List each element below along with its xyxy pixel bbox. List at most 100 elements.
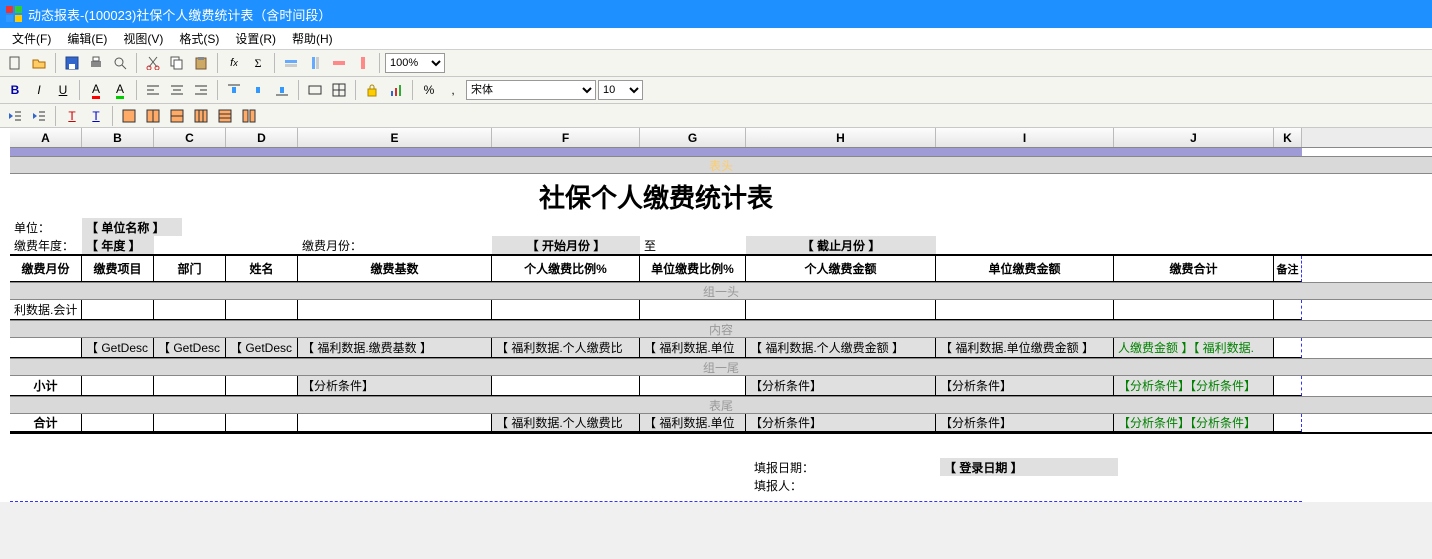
tot-J[interactable]: 【分析条件】【分析条件】 bbox=[1114, 414, 1274, 432]
text-blue-icon[interactable]: T bbox=[85, 105, 107, 127]
print-icon[interactable] bbox=[85, 52, 107, 74]
chart-icon[interactable] bbox=[385, 79, 407, 101]
grid2-icon[interactable] bbox=[142, 105, 164, 127]
total-label[interactable]: 合计 bbox=[10, 414, 82, 432]
hdr-H[interactable]: 个人缴费金额 bbox=[746, 256, 936, 282]
delete-row-icon[interactable] bbox=[328, 52, 350, 74]
cut-icon[interactable] bbox=[142, 52, 164, 74]
save-icon[interactable] bbox=[61, 52, 83, 74]
delete-col-icon[interactable] bbox=[352, 52, 374, 74]
hdr-A[interactable]: 缴费月份 bbox=[10, 256, 82, 282]
col-K[interactable]: K bbox=[1274, 128, 1302, 147]
hdr-J[interactable]: 缴费合计 bbox=[1114, 256, 1274, 282]
ct-D[interactable]: 【 GetDesc bbox=[226, 338, 298, 358]
italic-icon[interactable]: I bbox=[28, 79, 50, 101]
ct-J[interactable]: 人缴费金额 】【 福利数据. bbox=[1114, 338, 1274, 358]
sub-I[interactable]: 【分析条件】 bbox=[936, 376, 1114, 396]
grid6-icon[interactable] bbox=[238, 105, 260, 127]
preview-icon[interactable] bbox=[109, 52, 131, 74]
unit-value[interactable]: 【 单位名称 】 bbox=[82, 218, 182, 236]
merge-icon[interactable] bbox=[304, 79, 326, 101]
to-label[interactable]: 至 bbox=[640, 236, 746, 254]
insert-row-icon[interactable] bbox=[280, 52, 302, 74]
copy-icon[interactable] bbox=[166, 52, 188, 74]
col-F[interactable]: F bbox=[492, 128, 640, 147]
end-month[interactable]: 【 截止月份 】 bbox=[746, 236, 936, 254]
fx-icon[interactable]: fx bbox=[223, 52, 245, 74]
menu-file[interactable]: 文件(F) bbox=[4, 28, 59, 49]
hdr-G[interactable]: 单位缴费比例% bbox=[640, 256, 746, 282]
col-C[interactable]: C bbox=[154, 128, 226, 147]
hdr-D[interactable]: 姓名 bbox=[226, 256, 298, 282]
ct-G[interactable]: 【 福利数据.单位 bbox=[640, 338, 746, 358]
year-value[interactable]: 【 年度 】 bbox=[82, 236, 154, 254]
report-date-val[interactable]: 【 登录日期 】 bbox=[940, 458, 1118, 476]
ct-H[interactable]: 【 福利数据.个人缴费金额 】 bbox=[746, 338, 936, 358]
menu-format[interactable]: 格式(S) bbox=[171, 28, 227, 49]
valign-top-icon[interactable] bbox=[223, 79, 245, 101]
tot-F[interactable]: 【 福利数据.个人缴费比 bbox=[492, 414, 640, 432]
hdr-I[interactable]: 单位缴费金额 bbox=[936, 256, 1114, 282]
tot-I[interactable]: 【分析条件】 bbox=[936, 414, 1114, 432]
col-G[interactable]: G bbox=[640, 128, 746, 147]
ct-I[interactable]: 【 福利数据.单位缴费金额 】 bbox=[936, 338, 1114, 358]
year-label[interactable]: 缴费年度： bbox=[10, 236, 82, 254]
col-I[interactable]: I bbox=[936, 128, 1114, 147]
ct-F[interactable]: 【 福利数据.个人缴费比 bbox=[492, 338, 640, 358]
report-person-label[interactable]: 填报人： bbox=[750, 476, 940, 494]
unit-label[interactable]: 单位： bbox=[10, 218, 82, 236]
month-label[interactable]: 缴费月份： bbox=[298, 236, 492, 254]
menu-help[interactable]: 帮助(H) bbox=[284, 28, 341, 49]
subtotal-label[interactable]: 小计 bbox=[10, 376, 82, 396]
hdr-E[interactable]: 缴费基数 bbox=[298, 256, 492, 282]
font-color-icon[interactable]: A bbox=[85, 79, 107, 101]
size-select[interactable]: 10 bbox=[598, 80, 643, 100]
sub-E[interactable]: 【分析条件】 bbox=[298, 376, 492, 396]
hdr-B[interactable]: 缴费项目 bbox=[82, 256, 154, 282]
align-right-icon[interactable] bbox=[190, 79, 212, 101]
new-icon[interactable] bbox=[4, 52, 26, 74]
col-E[interactable]: E bbox=[298, 128, 492, 147]
gh-A[interactable]: 利数据.会计 bbox=[10, 300, 82, 320]
lock-icon[interactable] bbox=[361, 79, 383, 101]
menu-view[interactable]: 视图(V) bbox=[115, 28, 171, 49]
underline-icon[interactable]: U bbox=[52, 79, 74, 101]
report-canvas[interactable]: 表头 社保个人缴费统计表 单位： 【 单位名称 】 缴费年度： 【 年度 】 缴… bbox=[10, 148, 1432, 502]
font-select[interactable]: 宋体 bbox=[466, 80, 596, 100]
comma-icon[interactable]: , bbox=[442, 79, 464, 101]
sub-H[interactable]: 【分析条件】 bbox=[746, 376, 936, 396]
zoom-select[interactable]: 100% bbox=[385, 53, 445, 73]
grid4-icon[interactable] bbox=[190, 105, 212, 127]
border-icon[interactable] bbox=[328, 79, 350, 101]
col-A[interactable]: A bbox=[10, 128, 82, 147]
tot-H[interactable]: 【分析条件】 bbox=[746, 414, 936, 432]
open-icon[interactable] bbox=[28, 52, 50, 74]
align-left-icon[interactable] bbox=[142, 79, 164, 101]
valign-bot-icon[interactable] bbox=[271, 79, 293, 101]
ct-E[interactable]: 【 福利数据.缴费基数 】 bbox=[298, 338, 492, 358]
ct-C[interactable]: 【 GetDesc bbox=[154, 338, 226, 358]
col-D[interactable]: D bbox=[226, 128, 298, 147]
col-J[interactable]: J bbox=[1114, 128, 1274, 147]
sub-J[interactable]: 【分析条件】【分析条件】 bbox=[1114, 376, 1274, 396]
percent-icon[interactable]: % bbox=[418, 79, 440, 101]
grid5-icon[interactable] bbox=[214, 105, 236, 127]
sum-icon[interactable]: Σ bbox=[247, 52, 269, 74]
grid3-icon[interactable] bbox=[166, 105, 188, 127]
col-B[interactable]: B bbox=[82, 128, 154, 147]
col-H[interactable]: H bbox=[746, 128, 936, 147]
grid1-icon[interactable] bbox=[118, 105, 140, 127]
insert-col-icon[interactable] bbox=[304, 52, 326, 74]
hdr-K[interactable]: 备注 bbox=[1274, 256, 1302, 282]
indent-right-icon[interactable] bbox=[28, 105, 50, 127]
hdr-F[interactable]: 个人缴费比例% bbox=[492, 256, 640, 282]
menu-edit[interactable]: 编辑(E) bbox=[59, 28, 115, 49]
report-date-label[interactable]: 填报日期： bbox=[750, 458, 940, 476]
report-title[interactable]: 社保个人缴费统计表 bbox=[10, 174, 1302, 218]
tot-G[interactable]: 【 福利数据.单位 bbox=[640, 414, 746, 432]
ct-B[interactable]: 【 GetDesc bbox=[82, 338, 154, 358]
paste-icon[interactable] bbox=[190, 52, 212, 74]
hdr-C[interactable]: 部门 bbox=[154, 256, 226, 282]
text-red-icon[interactable]: T bbox=[61, 105, 83, 127]
start-month[interactable]: 【 开始月份 】 bbox=[492, 236, 640, 254]
